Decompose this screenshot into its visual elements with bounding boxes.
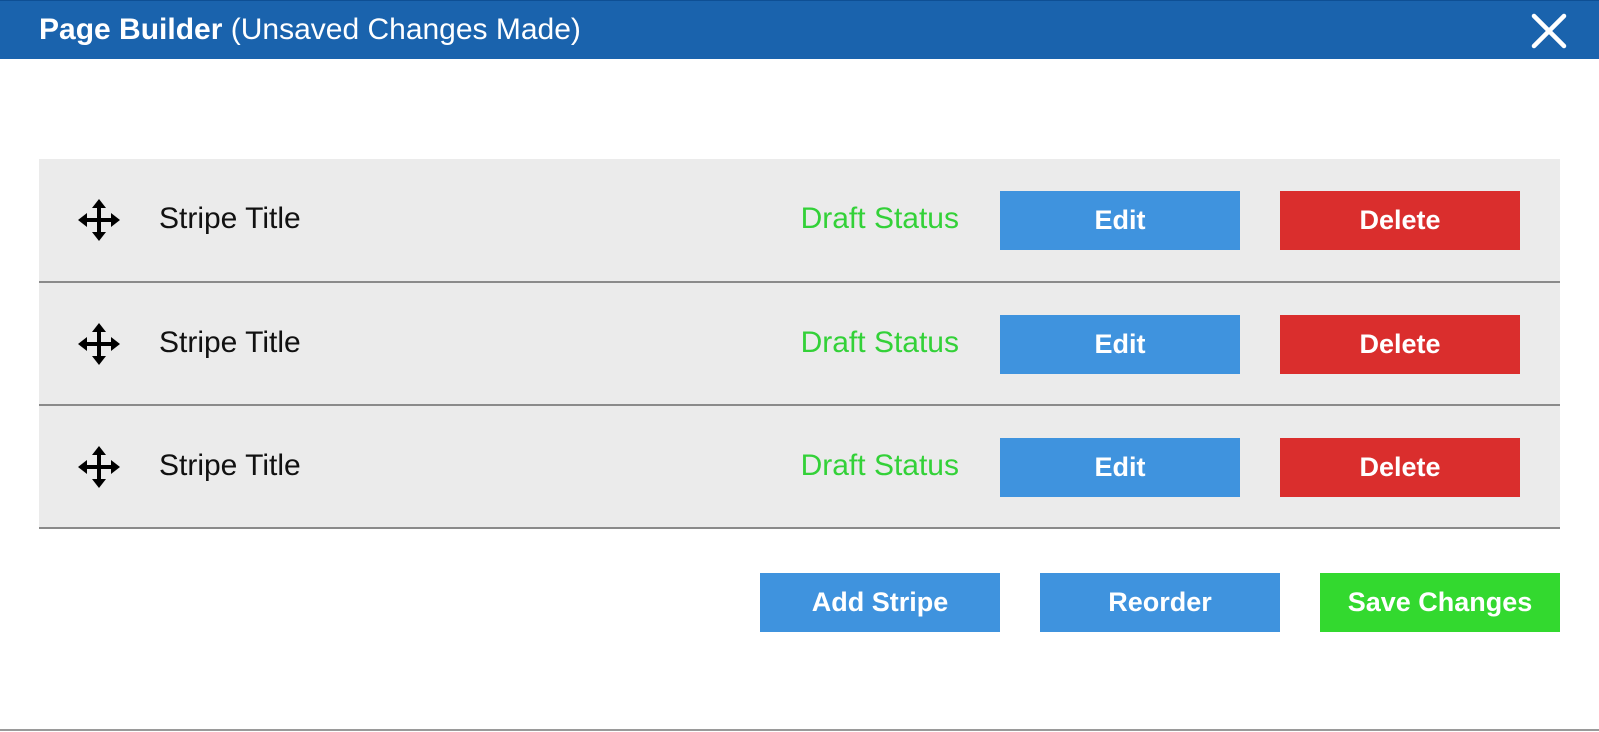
- close-button[interactable]: [1529, 11, 1569, 51]
- stripe-row: Stripe Title Draft Status Edit Delete: [39, 406, 1560, 529]
- add-stripe-button[interactable]: Add Stripe: [760, 573, 1000, 632]
- move-arrows-icon[interactable]: [78, 199, 120, 241]
- stripe-status: Draft Status: [800, 449, 959, 482]
- save-changes-button[interactable]: Save Changes: [1320, 573, 1560, 632]
- stripe-row: Stripe Title Draft Status Edit Delete: [39, 283, 1560, 406]
- close-icon: [1531, 13, 1567, 49]
- delete-button[interactable]: Delete: [1280, 315, 1520, 374]
- stripe-status: Draft Status: [800, 202, 959, 235]
- move-arrows-icon[interactable]: [78, 323, 120, 365]
- edit-button[interactable]: Edit: [1000, 191, 1240, 250]
- dialog-title: Page Builder (Unsaved Changes Made): [39, 12, 581, 48]
- reorder-button[interactable]: Reorder: [1040, 573, 1280, 632]
- stripe-title: Stripe Title: [159, 202, 301, 235]
- dialog-title-name: Page Builder: [39, 13, 223, 46]
- stripe-list: Stripe Title Draft Status Edit Delete St…: [39, 159, 1560, 529]
- page-builder-dialog: Page Builder (Unsaved Changes Made) Stri…: [0, 0, 1599, 732]
- move-arrows-icon[interactable]: [78, 446, 120, 488]
- dialog-titlebar: Page Builder (Unsaved Changes Made): [0, 0, 1599, 59]
- stripe-status: Draft Status: [800, 326, 959, 359]
- stripe-row: Stripe Title Draft Status Edit Delete: [39, 159, 1560, 283]
- delete-button[interactable]: Delete: [1280, 191, 1520, 250]
- bottom-divider: [0, 729, 1599, 731]
- edit-button[interactable]: Edit: [1000, 438, 1240, 497]
- stripe-title: Stripe Title: [159, 326, 301, 359]
- edit-button[interactable]: Edit: [1000, 315, 1240, 374]
- delete-button[interactable]: Delete: [1280, 438, 1520, 497]
- dialog-title-status: (Unsaved Changes Made): [230, 13, 581, 46]
- stripe-title: Stripe Title: [159, 449, 301, 482]
